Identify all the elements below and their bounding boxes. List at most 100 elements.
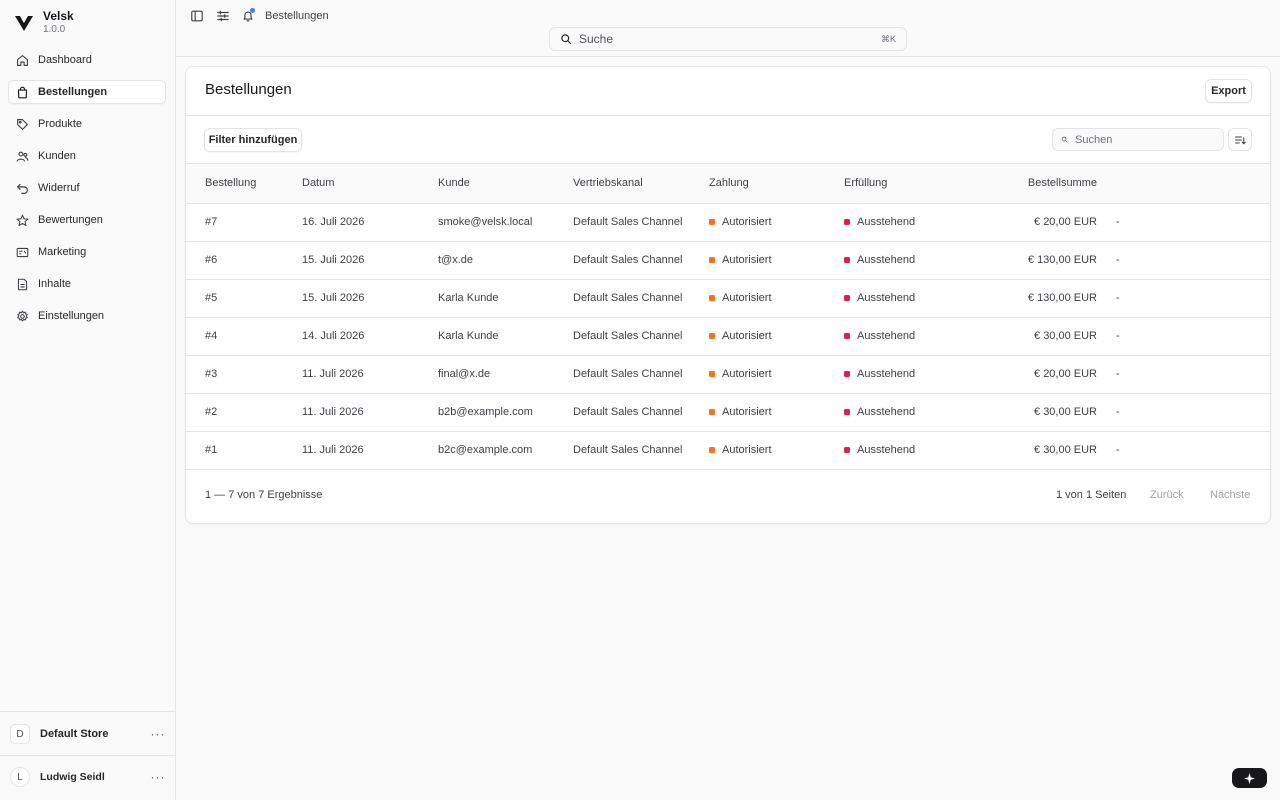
- order-number[interactable]: #3: [186, 355, 302, 394]
- fulfillment-status: Ausstehend: [844, 203, 979, 242]
- sidebar-item-widerruf[interactable]: Widerruf: [8, 176, 166, 200]
- fulfillment-status: Ausstehend: [844, 279, 979, 318]
- order-number[interactable]: #4: [186, 317, 302, 356]
- order-channel: Default Sales Channel: [573, 393, 709, 432]
- sidebar-item-label: Einstellungen: [38, 310, 105, 322]
- column-header-bestellung[interactable]: Bestellung: [186, 164, 302, 204]
- store-avatar: D: [10, 724, 30, 744]
- table-row[interactable]: #7 16. Juli 2026 smoke@velsk.local Default …: [186, 203, 1270, 242]
- export-button[interactable]: Export: [1205, 79, 1252, 103]
- order-number[interactable]: #2: [186, 393, 302, 432]
- assistant-button[interactable]: [1232, 768, 1267, 788]
- notification-dot: [250, 8, 255, 13]
- search-input[interactable]: [1075, 133, 1215, 146]
- table-row[interactable]: #1 11. Juli 2026 b2c@example.com Default Sa…: [186, 431, 1270, 470]
- sliders-icon[interactable]: [216, 9, 230, 23]
- column-header-erfuellung[interactable]: Erfüllung: [844, 164, 979, 204]
- sidebar-item-produkte[interactable]: Produkte: [8, 112, 166, 136]
- order-total: € 30,00 EUR: [979, 393, 1097, 432]
- search-icon: [561, 34, 572, 45]
- order-number[interactable]: #6: [186, 241, 302, 280]
- order-date: 15. Juli 2026: [302, 279, 438, 318]
- global-search[interactable]: Suche ⌘K: [549, 27, 907, 51]
- sidebar-item-marketing[interactable]: Marketing: [8, 240, 166, 264]
- status-dot: [844, 447, 850, 453]
- order-channel: Default Sales Channel: [573, 355, 709, 394]
- status-dot: [844, 257, 850, 263]
- card-header: Bestellungen Export: [186, 67, 1270, 116]
- fulfillment-status: Ausstehend: [844, 241, 979, 280]
- user-menu-icon[interactable]: ···: [150, 770, 166, 784]
- add-filter-button[interactable]: Filter hinzufügen: [204, 128, 302, 152]
- status-dot: [844, 295, 850, 301]
- sidebar-item-inhalte[interactable]: Inhalte: [8, 272, 166, 296]
- order-number[interactable]: #7: [186, 203, 302, 242]
- table-row[interactable]: #2 11. Juli 2026 b2b@example.com Default Sa…: [186, 393, 1270, 432]
- order-number[interactable]: #1: [186, 431, 302, 470]
- payment-status-label: Autorisiert: [722, 330, 772, 342]
- fulfillment-status-label: Ausstehend: [857, 292, 916, 304]
- order-customer: Karla Kunde: [438, 279, 573, 318]
- column-header-zahlung[interactable]: Zahlung: [709, 164, 844, 204]
- order-total: € 130,00 EUR: [979, 241, 1097, 280]
- order-total: € 30,00 EUR: [979, 431, 1097, 470]
- table-row[interactable]: #6 15. Juli 2026 t@x.de Default Sales Chann…: [186, 241, 1270, 280]
- payment-status: Autorisiert: [709, 317, 844, 356]
- payment-status-label: Autorisiert: [722, 254, 772, 266]
- search-icon: [1061, 136, 1068, 143]
- tag-icon: [17, 118, 28, 130]
- status-dot: [844, 219, 850, 225]
- sidebar-item-dashboard[interactable]: Dashboard: [8, 48, 166, 72]
- column-header-vertriebskanal[interactable]: Vertriebskanal: [573, 164, 709, 204]
- order-total: € 130,00 EUR: [979, 279, 1097, 318]
- brand[interactable]: Velsk 1.0.0: [14, 10, 74, 37]
- store-switcher[interactable]: D Default Store ···: [10, 723, 166, 745]
- receipt-icon: [16, 247, 29, 257]
- payment-status-label: Autorisiert: [722, 444, 772, 456]
- user-menu[interactable]: L Ludwig Seidl ···: [10, 766, 166, 788]
- next-page-button[interactable]: Nächste: [1210, 489, 1250, 501]
- sidebar-item-einstellungen[interactable]: Einstellungen: [8, 304, 166, 328]
- fulfillment-status: Ausstehend: [844, 431, 979, 470]
- sidebar: Velsk 1.0.0 Dashboard Bestellungen Produ…: [0, 0, 176, 800]
- sidebar-item-label: Inhalte: [38, 278, 72, 290]
- order-total: € 30,00 EUR: [979, 317, 1097, 356]
- shortcut-hint: ⌘K: [880, 33, 896, 44]
- sidebar-item-label: Dashboard: [38, 54, 92, 66]
- brand-name: Velsk: [43, 9, 74, 23]
- prev-page-button[interactable]: Zurück: [1150, 489, 1184, 501]
- sidebar-item-kunden[interactable]: Kunden: [8, 144, 166, 168]
- sort-icon: [1234, 135, 1246, 144]
- order-customer: smoke@velsk.local: [438, 203, 573, 242]
- payment-status: Autorisiert: [709, 279, 844, 318]
- column-header-kunde[interactable]: Kunde: [438, 164, 573, 204]
- breadcrumb[interactable]: Bestellungen: [265, 9, 329, 23]
- sidebar-item-bewertungen[interactable]: Bewertungen: [8, 208, 166, 232]
- fulfillment-status-label: Ausstehend: [857, 254, 916, 266]
- orders-card: Bestellungen Export Filter hinzufügen Be…: [185, 66, 1271, 524]
- sidebar-item-label: Produkte: [38, 118, 83, 130]
- velsk-logo-icon: [15, 16, 33, 31]
- sort-button[interactable]: [1228, 128, 1252, 151]
- sidebar-item-label: Bestellungen: [38, 86, 108, 98]
- sidebar-item-bestellungen[interactable]: Bestellungen: [8, 80, 166, 104]
- table-row[interactable]: #4 14. Juli 2026 Karla Kunde Default Sales …: [186, 317, 1270, 356]
- order-customer: b2b@example.com: [438, 393, 573, 432]
- column-header-bestellsumme[interactable]: Bestellsumme: [979, 164, 1097, 204]
- table-row[interactable]: #3 11. Juli 2026 final@x.de Default Sales C…: [186, 355, 1270, 394]
- payment-status: Autorisiert: [709, 431, 844, 470]
- order-date: 15. Juli 2026: [302, 241, 438, 280]
- page-title: Bestellungen: [205, 81, 292, 98]
- order-channel: Default Sales Channel: [573, 431, 709, 470]
- table-row[interactable]: #5 15. Juli 2026 Karla Kunde Default Sales …: [186, 279, 1270, 318]
- sidebar-item-label: Marketing: [38, 246, 87, 258]
- table-search[interactable]: [1052, 128, 1224, 151]
- order-date: 11. Juli 2026: [302, 431, 438, 470]
- order-number[interactable]: #5: [186, 279, 302, 318]
- sparkle-icon: [1244, 772, 1255, 784]
- column-header-datum[interactable]: Datum: [302, 164, 438, 204]
- order-extra: -: [1097, 393, 1270, 432]
- sidebar-toggle-icon[interactable]: [190, 9, 204, 23]
- sidebar-nav: Dashboard Bestellungen Produkte Kunden W…: [8, 48, 166, 336]
- store-menu-icon[interactable]: ···: [150, 727, 166, 741]
